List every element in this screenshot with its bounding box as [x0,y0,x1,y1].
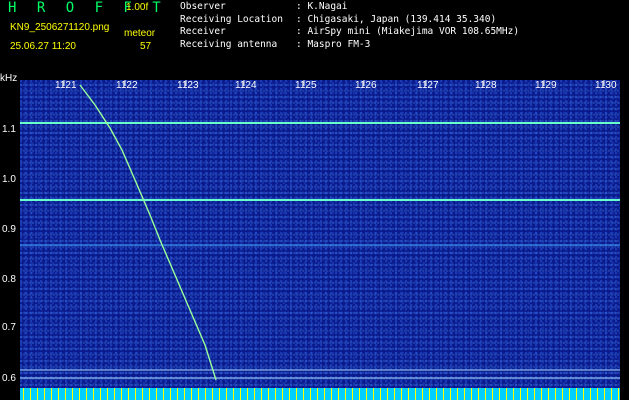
meteor-trail [79,84,217,381]
spectrogram-overlay [20,80,620,381]
x-tick-marks [63,80,605,86]
signal-baseline [20,388,620,400]
